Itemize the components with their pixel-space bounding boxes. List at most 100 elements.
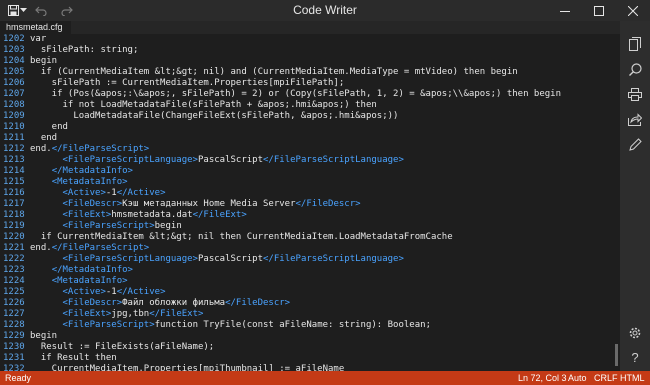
code-text: var <box>30 34 46 45</box>
copy-icon[interactable] <box>627 36 643 52</box>
code-token: LoadMetadataFile(ChangeFileExt(sFilePath… <box>30 111 399 121</box>
code-token: end. <box>30 243 52 253</box>
line-number: 1229 <box>3 331 25 341</box>
xml-tag: </FileParseScriptLanguage> <box>263 155 404 165</box>
line-number: 1208 <box>3 100 25 110</box>
xml-tag: </FileParseScriptLanguage> <box>263 254 404 264</box>
cursor-position[interactable]: Ln 72, Col 3 <box>518 371 567 385</box>
xml-tag: </MetadataInfo> <box>51 265 133 275</box>
maximize-icon[interactable] <box>582 0 616 21</box>
code-text: <FileParseScript>function TryFile(const … <box>30 320 431 331</box>
code-text: </MetadataInfo> <box>30 265 133 276</box>
line-number: 1210 <box>3 122 25 132</box>
line-number: 1202 <box>3 34 25 44</box>
xml-tag: </FileExt> <box>192 210 247 220</box>
code-token: begin <box>30 331 58 341</box>
redo-icon[interactable] <box>56 0 78 21</box>
code-token: function TryFile(const aFileName: string… <box>154 320 431 330</box>
line-number: 1219 <box>3 221 25 231</box>
undo-icon[interactable] <box>30 0 52 21</box>
code-token: Result := FileExists(aFileName); <box>30 342 215 352</box>
xml-tag: <FileDescr> <box>62 298 123 308</box>
xml-tag: <FileParseScript> <box>62 221 155 231</box>
settings-icon[interactable] <box>627 325 643 341</box>
help-icon[interactable]: ? <box>627 349 643 365</box>
line-number: 1217 <box>3 199 25 209</box>
code-text: sFilePath: string; <box>30 45 139 56</box>
line-number: 1231 <box>3 353 25 363</box>
xml-tag: <FileDescr> <box>62 199 123 209</box>
code-token: if (Pos(&apos;:\&apos;, sFilePath) = 2) … <box>30 89 562 99</box>
xml-tag: <FileParseScript> <box>62 320 155 330</box>
code-text: end.</FileParseScript> <box>30 243 149 254</box>
title-bar: Code Writer <box>0 0 650 21</box>
close-icon[interactable] <box>616 0 650 21</box>
code-text: <FileParseScriptLanguage>PascalScript</F… <box>30 155 404 166</box>
code-text: sFilePath := CurrentMediaItem.Properties… <box>30 78 345 89</box>
language-indicator[interactable]: HTML <box>620 371 645 385</box>
search-icon[interactable] <box>627 61 643 77</box>
code-text: Result := FileExists(aFileName); <box>30 342 214 353</box>
code-text: LoadMetadataFile(ChangeFileExt(sFilePath… <box>30 111 398 122</box>
line-number: 1221 <box>3 243 25 253</box>
code-token: Файл обложки фильма <box>122 298 226 308</box>
xml-tag: <FileExt> <box>62 210 112 220</box>
minimize-icon[interactable] <box>548 0 582 21</box>
share-icon[interactable] <box>627 111 643 127</box>
status-state: Ready <box>5 373 32 383</box>
line-number: 1203 <box>3 45 25 55</box>
vertical-scrollbar[interactable] <box>612 34 620 371</box>
xml-tag: </FileParseScript> <box>51 144 150 154</box>
line-number: 1230 <box>3 342 25 352</box>
code-text: <FileParseScriptLanguage>PascalScript</F… <box>30 254 404 265</box>
code-text: if (Pos(&apos;:\&apos;, sFilePath) = 2) … <box>30 89 561 100</box>
code-text: CurrentMediaItem.Properties[mpiThumbnail… <box>30 364 345 371</box>
auto-indicator[interactable]: Auto <box>568 371 587 385</box>
code-text: </MetadataInfo> <box>30 166 133 177</box>
xml-tag: <FileParseScriptLanguage> <box>62 254 198 264</box>
code-text: <FileDescr>Файл обложки фильма</FileDesc… <box>30 298 291 309</box>
line-number: 1213 <box>3 155 25 165</box>
edit-icon[interactable] <box>627 136 643 152</box>
xml-tag: </FileParseScript> <box>51 243 150 253</box>
line-number: 1204 <box>3 56 25 66</box>
eol-indicator[interactable]: CRLF <box>594 371 618 385</box>
dropdown-icon[interactable] <box>18 0 28 21</box>
xml-tag: </MetadataInfo> <box>51 166 133 176</box>
line-number: 1206 <box>3 78 25 88</box>
line-number: 1222 <box>3 254 25 264</box>
code-token: hmsmetadata.dat <box>111 210 193 220</box>
code-text: end <box>30 133 57 144</box>
code-token: if CurrentMediaItem &lt;&gt; nil then Cu… <box>30 232 453 242</box>
xml-tag: <Active> <box>62 188 106 198</box>
code-text: <MetadataInfo> <box>30 177 128 188</box>
code-token: end <box>30 133 58 143</box>
code-text: if not LoadMetadataFile(sFilePath + &apo… <box>30 100 377 111</box>
line-number: 1211 <box>3 133 25 143</box>
line-number: 1214 <box>3 166 25 176</box>
code-token: if not LoadMetadataFile(sFilePath + &apo… <box>30 100 377 110</box>
tab-hmsmetad[interactable]: hmsmetad.cfg <box>0 21 71 34</box>
scrollbar-thumb[interactable] <box>615 344 618 366</box>
line-number: 1232 <box>3 364 25 371</box>
code-token: -1 <box>105 287 117 297</box>
xml-tag: </Active> <box>116 287 166 297</box>
code-token: PascalScript <box>197 155 264 165</box>
code-token: jpg,tbn <box>111 309 150 319</box>
code-editor[interactable]: 1202 var 1203 sFilePath: string; 1204 begin 1… <box>0 34 612 371</box>
print-icon[interactable] <box>627 86 643 102</box>
line-number: 1223 <box>3 265 25 275</box>
code-token: var <box>30 34 47 44</box>
xml-tag: <FileExt> <box>62 309 112 319</box>
